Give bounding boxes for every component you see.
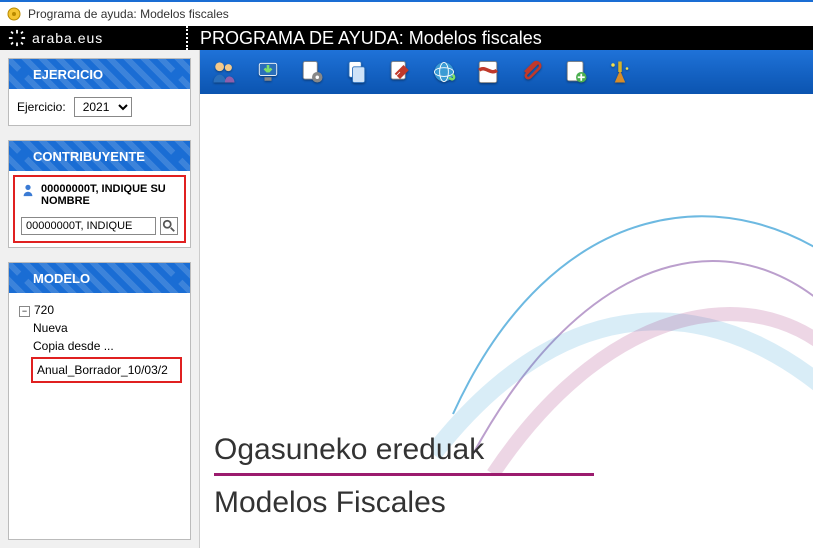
window-title: Programa de ayuda: Modelos fiscales xyxy=(28,7,229,21)
sidebar: EJERCICIO Ejercicio: 2021 CONTRIBUYENTE … xyxy=(0,50,200,548)
title-underline xyxy=(214,473,594,476)
modelo-panel: MODELO −720 Nueva Copia desde ... Anual_… xyxy=(8,262,191,540)
modelo-header: MODELO xyxy=(9,263,190,293)
toolbar xyxy=(200,50,813,94)
ejercicio-header: EJERCICIO xyxy=(9,59,190,89)
window-titlebar: Programa de ayuda: Modelos fiscales xyxy=(0,2,813,26)
header-bar: araba.eus PROGRAMA DE AYUDA: Modelos fis… xyxy=(0,26,813,50)
person-icon xyxy=(21,183,35,200)
new-page-icon[interactable] xyxy=(558,54,594,90)
ejercicio-label: Ejercicio: xyxy=(17,100,66,114)
tree-item-nueva[interactable]: Nueva xyxy=(31,319,182,337)
copy-icon[interactable] xyxy=(338,54,374,90)
globe-icon[interactable] xyxy=(426,54,462,90)
ejercicio-panel: EJERCICIO Ejercicio: 2021 xyxy=(8,58,191,126)
main-title-es: Modelos Fiscales xyxy=(214,486,594,520)
tree-item-borrador[interactable]: Anual_Borrador_10/03/2 xyxy=(31,357,182,383)
ejercicio-select[interactable]: 2021 xyxy=(74,97,132,117)
brand: araba.eus xyxy=(0,29,186,47)
app-icon xyxy=(6,6,22,22)
contribuyente-header: CONTRIBUYENTE xyxy=(9,141,190,171)
clean-icon[interactable] xyxy=(602,54,638,90)
tools-icon[interactable] xyxy=(382,54,418,90)
content: EJERCICIO Ejercicio: 2021 CONTRIBUYENTE … xyxy=(0,50,813,548)
lookup-button[interactable] xyxy=(160,217,178,235)
main-title-eu: Ogasuneko ereduak xyxy=(214,433,594,467)
header-title: PROGRAMA DE AYUDA: Modelos fiscales xyxy=(200,28,542,49)
tree-item-copia[interactable]: Copia desde ... xyxy=(31,337,182,355)
users-icon[interactable] xyxy=(206,54,242,90)
settings-icon[interactable] xyxy=(294,54,330,90)
header-divider xyxy=(186,26,192,50)
tree-expander-icon[interactable]: − xyxy=(19,306,30,317)
attach-icon[interactable] xyxy=(514,54,550,90)
modelo-tree: −720 Nueva Copia desde ... Anual_Borrado… xyxy=(9,293,190,391)
ejercicio-header-label: EJERCICIO xyxy=(33,67,103,82)
main-area: Ogasuneko ereduak Modelos Fiscales xyxy=(200,50,813,548)
magnifier-icon xyxy=(162,219,176,233)
download-icon[interactable] xyxy=(250,54,286,90)
modelo-header-label: MODELO xyxy=(33,271,90,286)
canvas: Ogasuneko ereduak Modelos Fiscales xyxy=(200,94,813,548)
tree-root[interactable]: −720 xyxy=(17,301,182,319)
brand-logo-icon xyxy=(8,29,26,47)
brand-text: araba.eus xyxy=(32,30,103,46)
pdf-icon[interactable] xyxy=(470,54,506,90)
contribuyente-name: 00000000T, INDIQUE SU NOMBRE xyxy=(41,183,178,207)
contribuyente-header-label: CONTRIBUYENTE xyxy=(33,149,145,164)
contribuyente-search-input[interactable] xyxy=(21,217,156,235)
contribuyente-panel: CONTRIBUYENTE 00000000T, INDIQUE SU NOMB… xyxy=(8,140,191,248)
decorative-swoosh xyxy=(433,154,813,474)
